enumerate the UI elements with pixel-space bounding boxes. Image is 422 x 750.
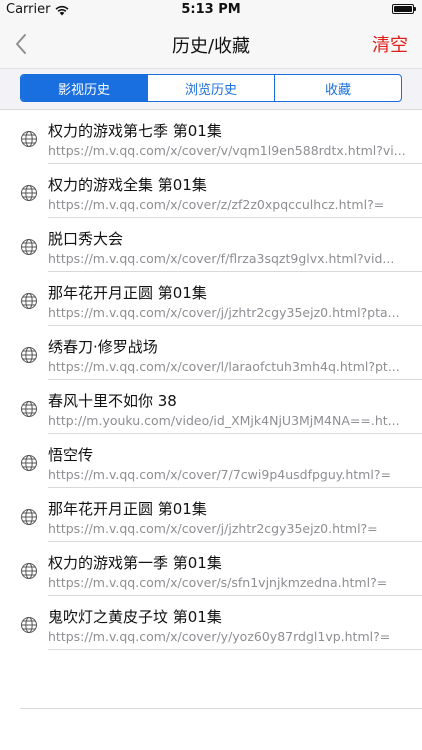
tab-browse-history[interactable]: 浏览历史	[147, 75, 274, 101]
tab-favorites[interactable]: 收藏	[274, 75, 401, 101]
item-title: 绣春刀·修罗战场	[48, 338, 158, 356]
globe-icon	[20, 562, 38, 580]
item-title: 权力的游戏第七季 第01集	[48, 122, 222, 140]
globe-icon	[20, 184, 38, 202]
item-url: https://m.v.qq.com/x/cover/s/sfn1vjnjkmz…	[48, 575, 388, 590]
item-url: https://m.v.qq.com/x/cover/j/jzhtr2cgy35…	[48, 305, 400, 320]
item-url: https://m.v.qq.com/x/cover/z/zf2z0xpqccu…	[48, 197, 385, 212]
list-item[interactable]: 脱口秀大会 https://m.v.qq.com/x/cover/f/flrza…	[0, 218, 422, 272]
clear-button[interactable]: 清空	[372, 31, 408, 57]
item-url: https://m.v.qq.com/x/cover/f/flrza3sqzt9…	[48, 251, 395, 266]
list-item[interactable]: 权力的游戏第七季 第01集 https://m.v.qq.com/x/cover…	[0, 110, 422, 164]
battery-icon	[392, 4, 416, 14]
item-title: 鬼吹灯之黄皮子坟 第01集	[48, 608, 222, 626]
nav-bar: 历史/收藏 清空	[0, 20, 422, 68]
history-screen: Carrier 5:13 PM 历史/收藏 清空 影视历史 浏览历史 收藏 权力…	[0, 0, 422, 750]
item-title: 春风十里不如你 38	[48, 392, 177, 410]
list-item[interactable]: 鬼吹灯之黄皮子坟 第01集 https://m.v.qq.com/x/cover…	[0, 596, 422, 650]
item-title: 那年花开月正圆 第01集	[48, 500, 207, 518]
segment-area: 影视历史 浏览历史 收藏	[0, 68, 422, 110]
segmented-control: 影视历史 浏览历史 收藏	[20, 74, 402, 102]
list-item[interactable]: 那年花开月正圆 第01集 https://m.v.qq.com/x/cover/…	[0, 488, 422, 542]
page-title: 历史/收藏	[171, 36, 251, 57]
bottom-divider	[20, 708, 422, 709]
item-title: 权力的游戏全集 第01集	[48, 176, 207, 194]
battery-fill	[394, 6, 412, 12]
item-title: 悟空传	[48, 446, 94, 464]
globe-icon	[20, 238, 38, 256]
list-item[interactable]: 权力的游戏第一季 第01集 https://m.v.qq.com/x/cover…	[0, 542, 422, 596]
item-url: https://m.v.qq.com/x/cover/l/laraofctuh3…	[48, 359, 400, 374]
item-title: 那年花开月正圆 第01集	[48, 284, 207, 302]
status-time: 5:13 PM	[181, 2, 241, 17]
list-item[interactable]: 绣春刀·修罗战场 https://m.v.qq.com/x/cover/l/la…	[0, 326, 422, 380]
item-url: https://m.v.qq.com/x/cover/j/jzhtr2cgy35…	[48, 521, 378, 536]
item-url: https://m.v.qq.com/x/cover/7/7cwi9p4usdf…	[48, 467, 391, 482]
status-bar: Carrier 5:13 PM	[0, 0, 422, 20]
globe-icon	[20, 616, 38, 634]
item-url: https://m.v.qq.com/x/cover/v/vqm1l9en588…	[48, 143, 406, 158]
list-item[interactable]: 春风十里不如你 38 http://m.youku.com/video/id_X…	[0, 380, 422, 434]
list-item[interactable]: 权力的游戏全集 第01集 https://m.v.qq.com/x/cover/…	[0, 164, 422, 218]
globe-icon	[20, 508, 38, 526]
globe-icon	[20, 292, 38, 310]
tab-video-history[interactable]: 影视历史	[21, 75, 147, 101]
list-item[interactable]: 悟空传 https://m.v.qq.com/x/cover/7/7cwi9p4…	[0, 434, 422, 488]
globe-icon	[20, 454, 38, 472]
item-url: https://m.v.qq.com/x/cover/y/yoz60y87rdg…	[48, 629, 391, 644]
history-list: 权力的游戏第七季 第01集 https://m.v.qq.com/x/cover…	[0, 110, 422, 650]
list-item[interactable]: 那年花开月正圆 第01集 https://m.v.qq.com/x/cover/…	[0, 272, 422, 326]
globe-icon	[20, 346, 38, 364]
item-title: 权力的游戏第一季 第01集	[48, 554, 222, 572]
globe-icon	[20, 400, 38, 418]
globe-icon	[20, 130, 38, 148]
item-url: http://m.youku.com/video/id_XMjk4NjU3MjM…	[48, 413, 400, 428]
item-title: 脱口秀大会	[48, 230, 124, 248]
status-right	[392, 4, 416, 14]
